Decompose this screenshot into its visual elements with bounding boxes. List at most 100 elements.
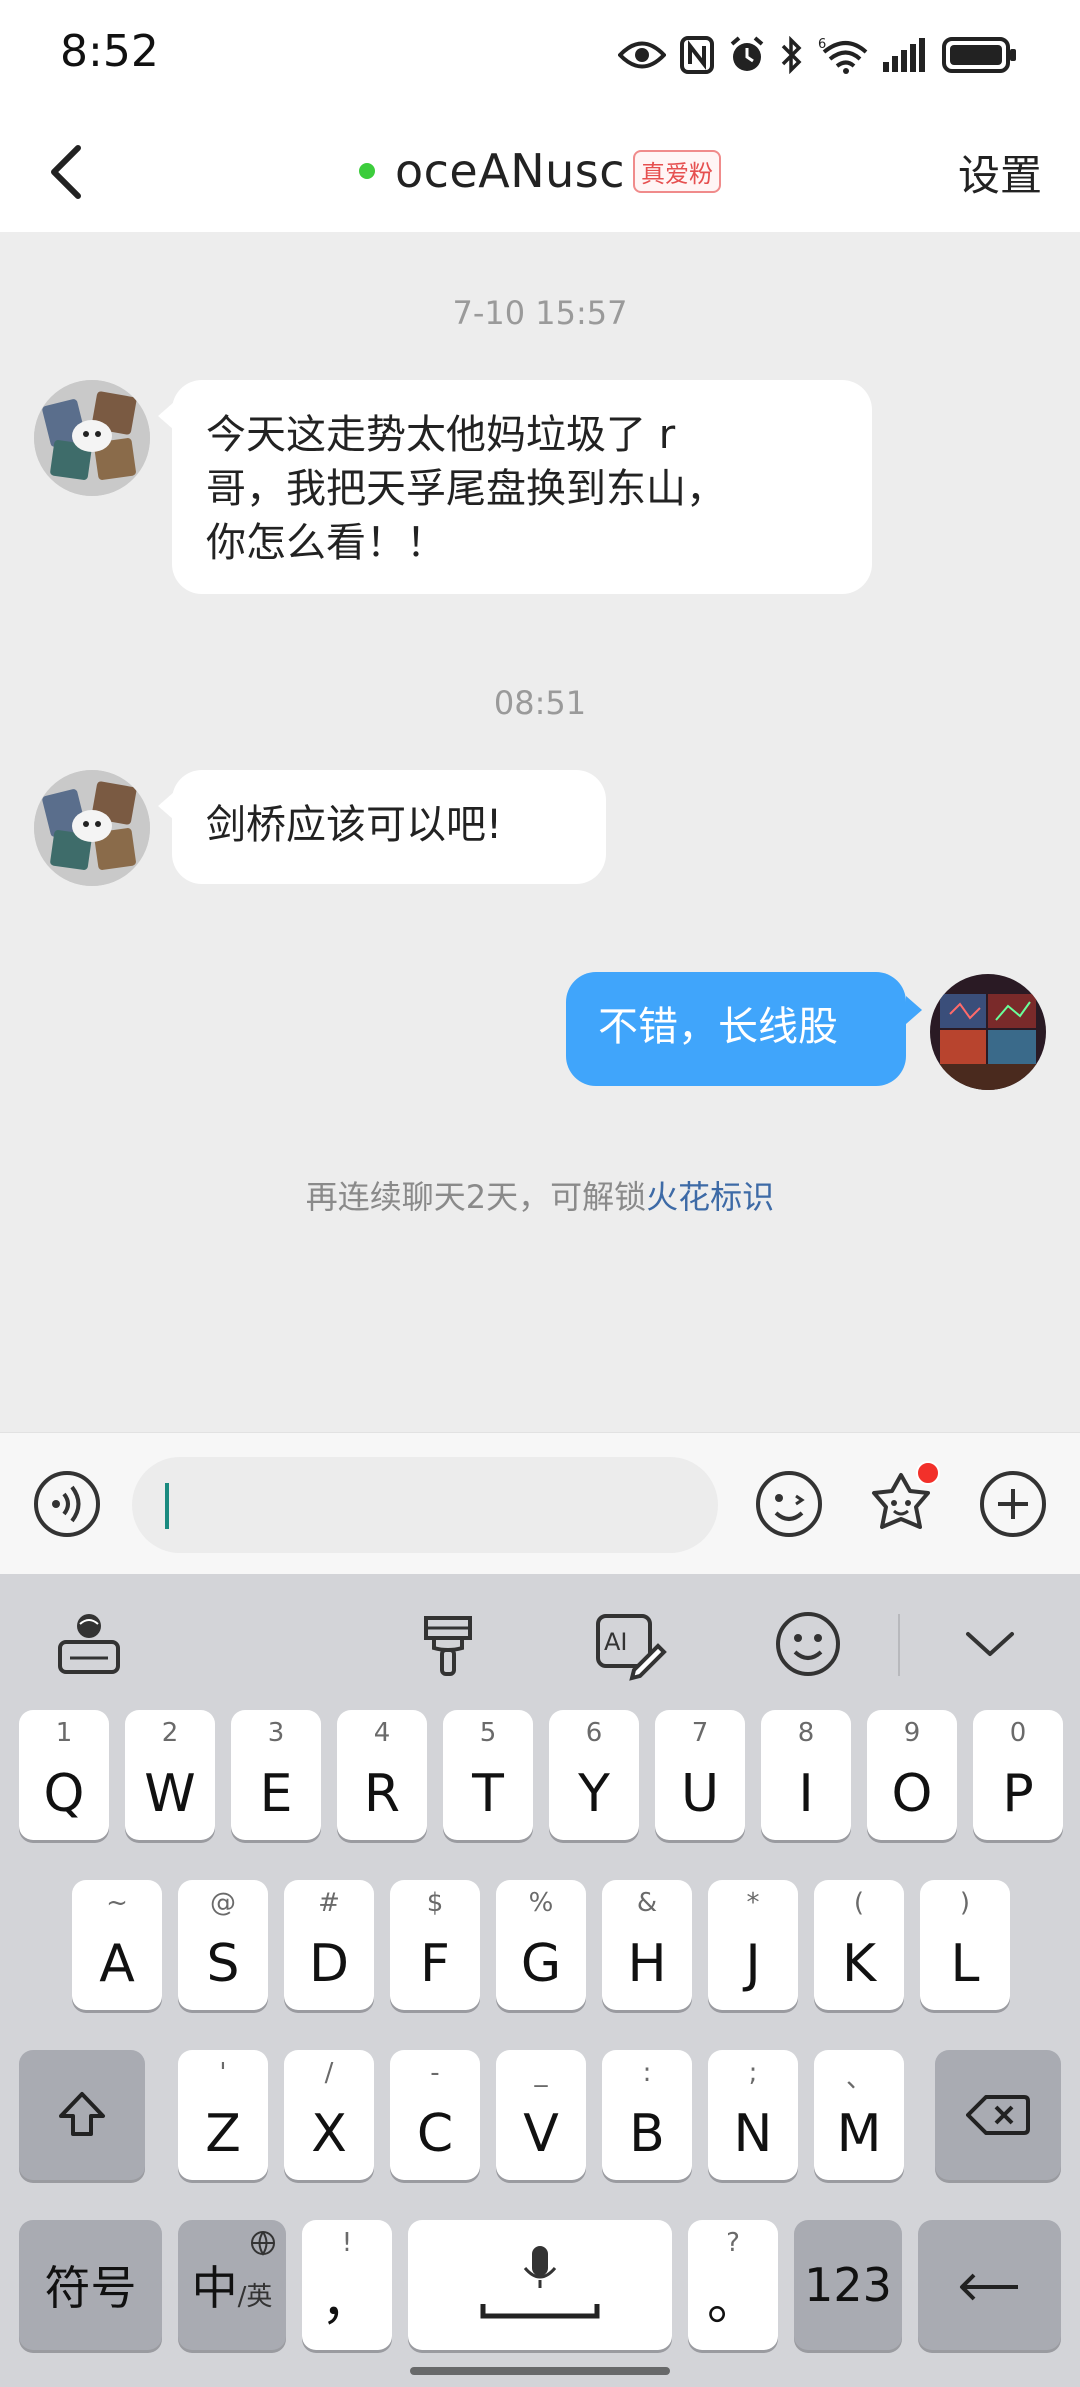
key-b[interactable]: :B	[602, 2050, 692, 2180]
message-bubble-sent[interactable]: 不错，长线股	[566, 972, 906, 1086]
key-main: K	[841, 1934, 877, 1994]
keyboard-settings-button[interactable]	[50, 1604, 130, 1684]
keyboard: AI 1Q 2W 3E 4R 5T 6Y 7U 8I 9O 0P ~ A @ S #…	[0, 1574, 1080, 2387]
theme-button[interactable]	[408, 1604, 488, 1684]
language-switch-key[interactable]: 中/英	[178, 2220, 286, 2350]
number-key[interactable]: 123	[794, 2220, 902, 2350]
key-y[interactable]: 6Y	[549, 1710, 639, 1840]
space-key[interactable]	[408, 2220, 672, 2350]
backspace-key[interactable]	[935, 2050, 1061, 2180]
key-k[interactable]: (K	[814, 1880, 904, 2010]
message-line: 你怎么看！！	[206, 520, 446, 566]
self-avatar[interactable]	[930, 974, 1046, 1090]
key-a[interactable]: ~ A	[72, 1880, 162, 2010]
key-c[interactable]: -C	[390, 2050, 480, 2180]
key-d[interactable]: # D	[284, 1880, 374, 2010]
chat-title[interactable]: oceANusc	[395, 144, 625, 198]
enter-key[interactable]	[918, 2220, 1061, 2350]
key-main: T	[472, 1764, 504, 1824]
key-x[interactable]: / X	[284, 2050, 374, 2180]
key-sub: ~	[106, 1888, 128, 1918]
key-main: U	[680, 1764, 720, 1824]
ai-write-button[interactable]: AI	[588, 1604, 668, 1684]
key-sub: 3	[267, 1718, 285, 1748]
message-line: 剑桥应该可以吧!	[206, 802, 503, 848]
key-i[interactable]: 8I	[761, 1710, 851, 1840]
key-o[interactable]: 9O	[867, 1710, 957, 1840]
emoji-button[interactable]	[754, 1469, 824, 1539]
message-line: 哥，我把天孚尾盘换到东山，	[206, 466, 726, 512]
symbols-key[interactable]: 符号	[19, 2220, 162, 2350]
comma-key[interactable]: !，	[302, 2220, 392, 2350]
settings-button[interactable]: 设置	[958, 142, 1042, 203]
text-caret	[165, 1483, 169, 1529]
key-sub: #	[318, 1888, 340, 1918]
contact-avatar[interactable]	[34, 770, 150, 886]
key-sub: @	[210, 1888, 236, 1918]
microphone-icon	[480, 2246, 600, 2319]
key-u[interactable]: 7U	[655, 1710, 745, 1840]
message-bubble-received[interactable]: 剑桥应该可以吧!	[172, 770, 606, 884]
key-r[interactable]: 4R	[337, 1710, 427, 1840]
streak-hint: 再连续聊天2天，可解锁火花标识	[0, 1172, 1080, 1218]
message-line: 不错，长线股	[598, 1004, 838, 1050]
enter-icon	[959, 2273, 1018, 2301]
contact-avatar[interactable]	[34, 380, 150, 496]
key-main: R	[363, 1764, 401, 1824]
message-timestamp: 7-10 15:57	[452, 294, 628, 332]
more-button[interactable]	[978, 1469, 1048, 1539]
key-s[interactable]: @ S	[178, 1880, 268, 2010]
key-sub: 9	[903, 1718, 921, 1748]
key-w[interactable]: 2W	[125, 1710, 215, 1840]
key-main: D	[308, 1934, 350, 1994]
keyboard-toolbar: AI	[0, 1574, 1080, 1714]
key-sub: :	[642, 2058, 652, 2088]
key-f[interactable]: $ F	[390, 1880, 480, 2010]
key-main: C	[416, 2104, 454, 2164]
key-m[interactable]: 、 M	[814, 2050, 904, 2180]
spark-badge-link[interactable]: 火花标识	[646, 1178, 774, 1216]
avatar-image-icon	[930, 974, 1046, 1090]
message-input[interactable]	[132, 1457, 718, 1553]
toolbar-divider	[898, 1614, 900, 1676]
svg-text:AI: AI	[604, 1628, 628, 1656]
key-v[interactable]: _ V	[496, 2050, 586, 2180]
status-icons: 6	[618, 30, 1018, 80]
collapse-icon	[966, 1632, 1014, 1656]
key-sub: *	[746, 1888, 760, 1918]
key-sub: 7	[691, 1718, 709, 1748]
key-z[interactable]: ' Z	[178, 2050, 268, 2180]
key-e[interactable]: 3E	[231, 1710, 321, 1840]
key-sub: 、	[845, 2064, 872, 2094]
bubble-tail	[906, 996, 922, 1024]
title-group: oceANusc 真爱粉	[0, 110, 1080, 232]
key-h[interactable]: & H	[602, 1880, 692, 2010]
key-main: M	[836, 2104, 882, 2164]
period-key[interactable]: ?。	[688, 2220, 778, 2350]
key-sub: _	[534, 2058, 548, 2088]
voice-button[interactable]	[32, 1469, 102, 1539]
status-time: 8:52	[60, 26, 159, 77]
key-sub: /	[324, 2058, 334, 2088]
key-sub: (	[853, 1888, 865, 1918]
key-main: J	[745, 1934, 761, 1994]
home-indicator	[410, 2367, 670, 2375]
key-p[interactable]: 0P	[973, 1710, 1063, 1840]
key-main: Y	[578, 1764, 610, 1824]
key-q[interactable]: 1Q	[19, 1710, 109, 1840]
collapse-keyboard-button[interactable]	[950, 1604, 1030, 1684]
shift-key[interactable]	[19, 2050, 145, 2180]
message-bubble-received[interactable]: 今天这走势太他妈垃圾了 r 哥，我把天孚尾盘换到东山， 你怎么看！！	[172, 380, 872, 594]
key-main: E	[259, 1764, 293, 1824]
key-main: B	[629, 2104, 665, 2164]
key-n[interactable]: ; N	[708, 2050, 798, 2180]
key-t[interactable]: 5T	[443, 1710, 533, 1840]
key-l[interactable]: ) L	[920, 1880, 1010, 2010]
keyboard-globe-icon	[58, 1614, 120, 1674]
voice-icon	[34, 1471, 100, 1537]
emoji-keyboard-button[interactable]	[768, 1604, 848, 1684]
key-g[interactable]: % G	[496, 1880, 586, 2010]
key-j[interactable]: * J	[708, 1880, 798, 2010]
key-main: W	[144, 1764, 196, 1824]
key-main: P	[1002, 1764, 1034, 1824]
